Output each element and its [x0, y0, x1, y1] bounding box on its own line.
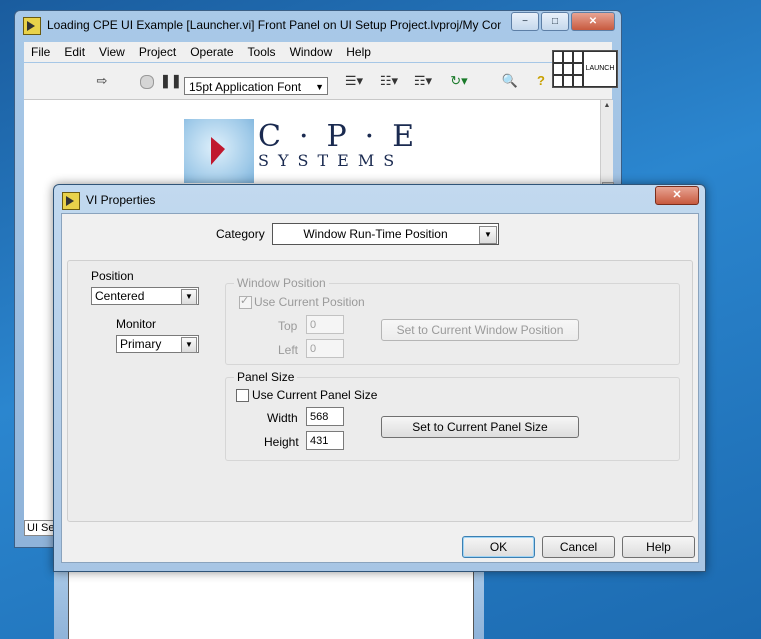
labview-vi-icon — [23, 17, 41, 35]
chevron-down-icon[interactable]: ▼ — [479, 226, 497, 244]
window-position-group: Window Position Use Current Position Top… — [225, 276, 680, 365]
menu-edit[interactable]: Edit — [57, 45, 92, 59]
position-value: Centered — [95, 289, 145, 303]
toolbar: ⇨ ❚❚ 15pt Application Font ▼ ☰▾ ☷▾ ☶▾ ↻▾… — [24, 50, 618, 100]
search-icon[interactable]: 🔍 — [500, 72, 520, 90]
distribute-objects-icon[interactable]: ☷▾ — [374, 72, 404, 90]
position-select[interactable]: Centered ▼ — [91, 287, 199, 305]
dialog-title-text: VI Properties — [86, 193, 156, 208]
width-input[interactable]: 568 — [306, 407, 344, 426]
menu-window[interactable]: Window — [283, 45, 340, 59]
caption-buttons: − □ ✕ — [511, 12, 615, 31]
height-input[interactable]: 431 — [306, 431, 344, 450]
window-title: Loading CPE UI Example [Launcher.vi] Fro… — [23, 17, 501, 37]
panel-size-group: Panel Size Use Current Panel Size Width … — [225, 370, 680, 461]
monitor-select[interactable]: Primary ▼ — [116, 335, 199, 353]
run-arrow-icon[interactable]: ⇨ — [92, 72, 112, 90]
minimize-button[interactable]: − — [511, 12, 539, 31]
maximize-button[interactable]: □ — [541, 12, 569, 31]
chevron-down-icon[interactable]: ▼ — [181, 289, 197, 305]
top-label: Top — [278, 319, 298, 333]
use-current-panel-size-checkbox[interactable] — [236, 389, 249, 402]
dialog-title: VI Properties — [62, 192, 155, 210]
window-bottom-canvas — [68, 565, 474, 639]
dialog-close-button[interactable]: ✕ — [655, 186, 699, 205]
window-title-text: Loading CPE UI Example [Launcher.vi] Fro… — [47, 18, 501, 33]
resize-objects-icon[interactable]: ☶▾ — [408, 72, 438, 90]
context-help-icon[interactable]: ? — [534, 72, 548, 90]
cpe-logo-image — [184, 119, 254, 183]
dialog-body: Category Window Run-Time Position ▼ Posi… — [61, 213, 699, 563]
logo-top-text: C·P·E — [258, 119, 433, 154]
reorder-icon[interactable]: ↻▾ — [444, 72, 474, 90]
menu-help[interactable]: Help — [339, 45, 378, 59]
vi-icon-label: LAUNCH — [583, 51, 617, 87]
vi-properties-dialog[interactable]: VI Properties ✕ Category Window Run-Time… — [53, 184, 706, 572]
menu-bar: File Edit View Project Operate Tools Win… — [24, 42, 612, 62]
left-label: Left — [278, 343, 299, 357]
abort-icon[interactable] — [138, 72, 156, 90]
top-input[interactable]: 0 — [306, 315, 344, 334]
category-label: Category — [216, 227, 265, 241]
close-button[interactable]: ✕ — [571, 12, 615, 31]
left-input[interactable]: 0 — [306, 339, 344, 358]
align-objects-icon[interactable]: ☰▾ — [340, 72, 368, 90]
font-select-value: 15pt Application Font — [189, 80, 302, 94]
menu-operate[interactable]: Operate — [183, 45, 240, 59]
category-value: Window Run-Time Position — [303, 227, 448, 241]
pause-icon[interactable]: ❚❚ — [160, 72, 182, 90]
help-button[interactable]: Help — [622, 536, 695, 558]
chevron-down-icon: ▼ — [315, 82, 324, 92]
window-position-title: Window Position — [234, 276, 329, 290]
menu-file[interactable]: File — [24, 45, 57, 59]
cpe-logo-text: C·P·E SYSTEMS — [258, 122, 432, 170]
use-current-panel-size-label: Use Current Panel Size — [252, 388, 378, 402]
vi-icon-pane: LAUNCH — [552, 50, 618, 88]
set-current-window-position-button[interactable]: Set to Current Window Position — [381, 319, 579, 341]
menu-project[interactable]: Project — [132, 45, 183, 59]
set-current-panel-size-button[interactable]: Set to Current Panel Size — [381, 416, 579, 438]
use-current-position-label: Use Current Position — [254, 295, 365, 309]
connector-pane-grid — [553, 51, 583, 87]
chevron-down-icon[interactable]: ▼ — [181, 337, 197, 353]
menu-view[interactable]: View — [92, 45, 132, 59]
labview-vi-icon — [62, 192, 80, 210]
category-select[interactable]: Window Run-Time Position ▼ — [272, 223, 499, 245]
position-label: Position — [91, 269, 134, 283]
cancel-button[interactable]: Cancel — [542, 536, 615, 558]
monitor-label: Monitor — [116, 317, 157, 331]
settings-panel: Position Centered ▼ Monitor Primary ▼ Wi… — [67, 260, 693, 522]
font-select[interactable]: 15pt Application Font ▼ — [184, 77, 328, 95]
ok-button[interactable]: OK — [462, 536, 535, 558]
panel-size-title: Panel Size — [234, 370, 298, 384]
width-label: Width — [267, 411, 298, 425]
menu-tools[interactable]: Tools — [241, 45, 283, 59]
logo-bottom-text: SYSTEMS — [258, 151, 404, 170]
monitor-value: Primary — [120, 337, 162, 351]
height-label: Height — [264, 435, 299, 449]
scroll-up-arrow-icon[interactable]: ▲ — [601, 100, 613, 112]
use-current-position-checkbox[interactable] — [239, 294, 252, 309]
